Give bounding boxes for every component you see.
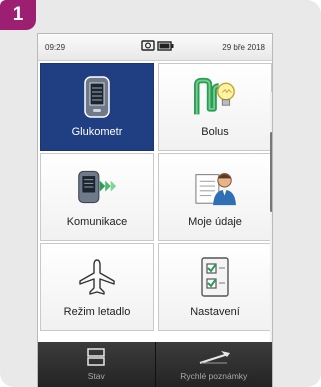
tile-label: Komunikace: [66, 216, 128, 228]
tile-komunikace[interactable]: Komunikace: [40, 153, 154, 241]
bolus-icon: [194, 76, 236, 118]
quick-notes-button[interactable]: Rychlé poznámky: [156, 342, 273, 387]
airplane-icon: [76, 256, 118, 298]
tile-bolus[interactable]: Bolus: [158, 63, 272, 151]
status-button[interactable]: Stav: [38, 342, 156, 387]
pump-connection-icon: [141, 40, 155, 51]
quick-notes-label: Rychlé poznámky: [180, 371, 248, 381]
status-icons: [141, 40, 174, 51]
scrollbar-track[interactable]: [270, 92, 272, 364]
battery-icon: [157, 40, 174, 51]
status-icon: [87, 348, 105, 371]
tile-label: Glukometr: [71, 126, 123, 138]
status-date: 29 bře 2018: [222, 43, 265, 52]
device-screen: 09:29 29 bře 2018 Glukometr Bolus Komuni…: [37, 33, 273, 387]
glucometer-icon: [76, 76, 118, 118]
tile-rezim-letadlo[interactable]: Režim letadlo: [40, 243, 154, 331]
tile-nastaveni[interactable]: Nastavení: [158, 243, 272, 331]
tile-label: Moje údaje: [188, 216, 242, 228]
status-bar: 09:29 29 bře 2018: [38, 34, 272, 61]
main-menu-grid: Glukometr Bolus Komunikace Moje údaje Re…: [38, 62, 272, 364]
my-data-icon: [194, 166, 236, 208]
bottom-bar: Stav Rychlé poznámky: [38, 342, 272, 387]
status-time: 09:29: [45, 43, 66, 52]
tile-label: Nastavení: [190, 306, 240, 318]
status-label: Stav: [87, 371, 105, 381]
tile-label: Bolus: [201, 126, 229, 138]
communication-icon: [76, 166, 118, 208]
tile-label: Režim letadlo: [63, 306, 131, 318]
scrollbar-thumb[interactable]: [270, 132, 272, 212]
step-number-badge: 1: [0, 0, 36, 30]
settings-checklist-icon: [194, 256, 236, 298]
tile-moje-udaje[interactable]: Moje údaje: [158, 153, 272, 241]
quick-notes-icon: [197, 348, 231, 371]
tile-glukometr[interactable]: Glukometr: [40, 63, 154, 151]
